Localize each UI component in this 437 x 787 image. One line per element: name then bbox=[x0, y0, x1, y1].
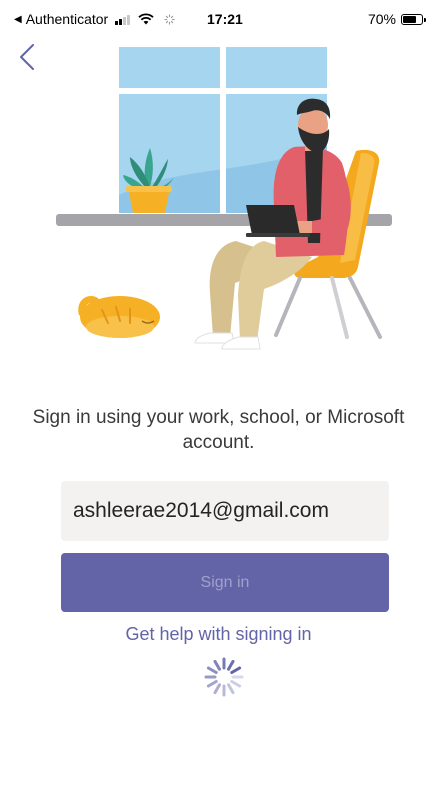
spinner-spoke bbox=[227, 659, 235, 671]
battery-nub bbox=[424, 17, 426, 22]
spinner-spoke bbox=[227, 683, 235, 695]
spinner-spoke bbox=[230, 666, 242, 674]
battery-icon bbox=[401, 13, 426, 25]
hero-illustration bbox=[56, 47, 392, 350]
status-right: 70% bbox=[367, 11, 426, 27]
spinner-spoke bbox=[230, 680, 242, 688]
back-to-app-label[interactable]: Authenticator bbox=[26, 11, 109, 27]
network-activity-icon bbox=[164, 13, 175, 25]
spinner-spoke bbox=[213, 683, 221, 695]
status-left: ◀ Authenticator bbox=[14, 11, 175, 27]
spinner-spoke bbox=[206, 666, 218, 674]
sleeping-cat-graphic bbox=[78, 296, 160, 338]
sign-in-prompt: Sign in using your work, school, or Micr… bbox=[32, 407, 405, 453]
battery-percent: 70% bbox=[367, 11, 396, 27]
status-bar: ◀ Authenticator 17:21 70% bbox=[0, 0, 437, 38]
back-to-app-icon[interactable]: ◀ bbox=[14, 14, 22, 25]
sign-in-button[interactable]: Sign in bbox=[61, 553, 389, 612]
help-signing-in-link[interactable]: Get help with signing in bbox=[30, 624, 407, 645]
email-field[interactable] bbox=[61, 481, 389, 541]
spinner-spoke bbox=[206, 680, 218, 688]
battery-fill bbox=[403, 15, 416, 23]
cellular-signal-icon bbox=[115, 14, 131, 25]
back-chevron-icon[interactable] bbox=[14, 42, 40, 72]
status-time: 17:21 bbox=[207, 11, 243, 27]
loading-spinner-icon bbox=[204, 657, 244, 697]
wifi-icon bbox=[138, 13, 154, 25]
spinner-spoke bbox=[213, 659, 221, 671]
